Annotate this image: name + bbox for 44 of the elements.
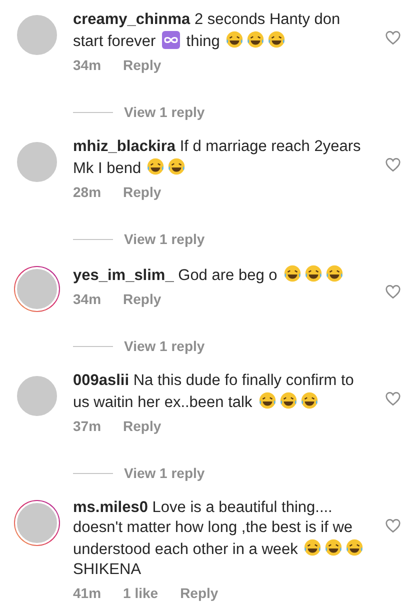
comment-time: 34m — [73, 56, 102, 75]
laughing-emoji-icon — [324, 538, 344, 557]
comment-time: 41m — [73, 584, 102, 603]
reply-link[interactable]: Reply — [180, 583, 218, 604]
comment-text: ms.miles0 Love is a beautiful thing.... doesn't matter how long ,the best is if we understood each other in a week SHIKENA — [73, 498, 373, 580]
heart-icon[interactable] — [385, 30, 401, 45]
heart-icon[interactable] — [385, 284, 401, 299]
avatar-photo-placeholder — [15, 267, 59, 311]
laughing-emoji-icon — [300, 391, 319, 410]
heart-icon[interactable] — [385, 518, 401, 533]
laughing-emoji-icon — [146, 157, 166, 176]
laughing-emoji-icon — [278, 391, 298, 410]
reply-link[interactable]: Reply — [123, 55, 162, 76]
view-replies-link[interactable]: View 1 reply — [124, 463, 205, 484]
heart-icon[interactable] — [385, 391, 401, 406]
comment-text: creamy_chinma 2 seconds Hanty don start forever thing — [73, 10, 342, 52]
heart-icon[interactable] — [385, 157, 401, 172]
laughing-emoji-icon — [345, 538, 364, 557]
avatar-photo-placeholder — [15, 501, 59, 545]
laughing-emoji-icon — [304, 264, 323, 283]
laughing-emoji-icon — [267, 30, 286, 49]
comment-text: mhiz_blackira If d marriage reach 2years Mk I bend — [73, 137, 362, 179]
laughing-emoji-icon — [282, 264, 302, 283]
comment-time: 28m — [73, 183, 102, 202]
view-replies-link[interactable]: View 1 reply — [124, 229, 205, 250]
reply-link[interactable]: Reply — [123, 182, 162, 203]
comment-time: 34m — [73, 290, 102, 309]
reply-link[interactable]: Reply — [123, 416, 162, 437]
laughing-emoji-icon — [258, 391, 277, 410]
view-replies-link[interactable]: View 1 reply — [124, 102, 205, 123]
story-ring[interactable] — [14, 500, 60, 546]
laughing-emoji-icon — [167, 157, 186, 176]
comment-text: 009aslii Na this dude fo finally confirm to us waitin her ex..been talk — [73, 371, 355, 413]
comment-time: 37m — [73, 417, 102, 436]
comment-text: yes_im_slim_ God are beg o — [73, 264, 373, 286]
laughing-emoji-icon — [225, 30, 244, 49]
laughing-emoji-icon — [246, 30, 266, 49]
laughing-emoji-icon — [303, 538, 322, 557]
reply-link[interactable]: Reply — [123, 289, 162, 310]
infinity-emoji-icon — [162, 31, 180, 49]
view-replies-link[interactable]: View 1 reply — [124, 336, 205, 357]
laughing-emoji-icon — [324, 264, 344, 283]
likes-count[interactable]: 1 like — [123, 583, 158, 604]
story-ring[interactable] — [14, 266, 60, 312]
